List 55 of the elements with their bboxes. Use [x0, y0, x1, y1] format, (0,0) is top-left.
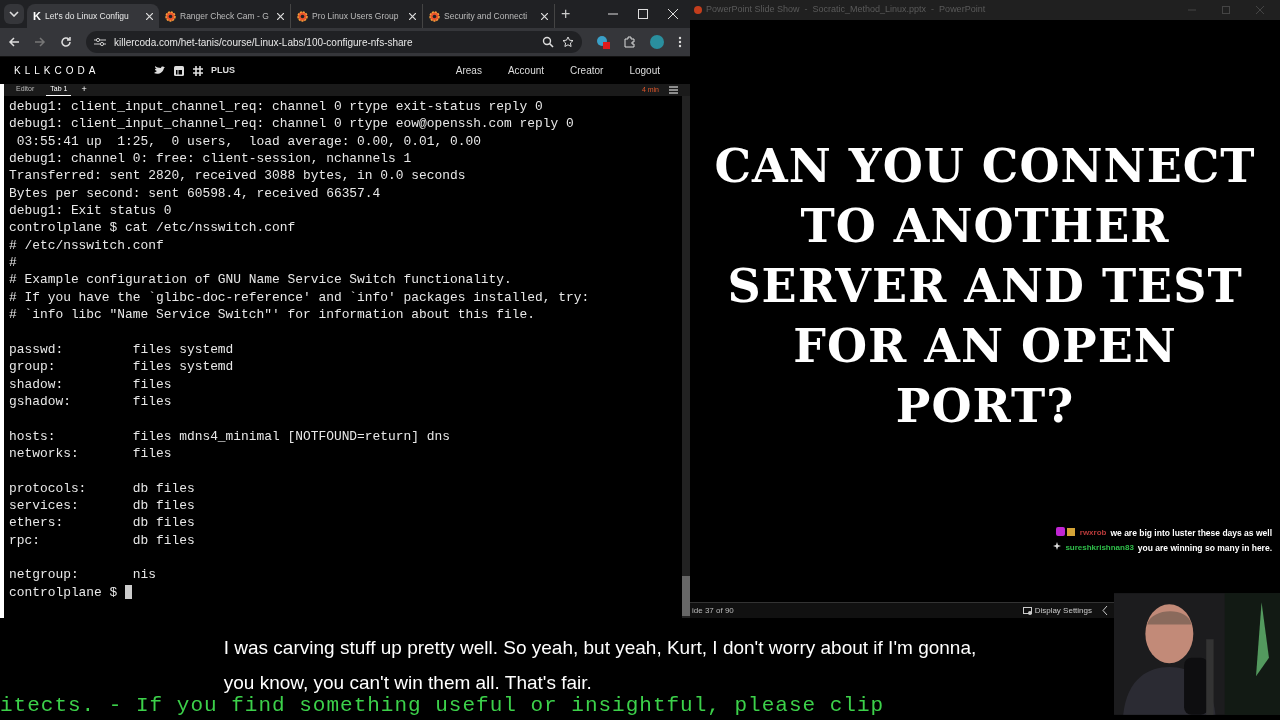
terminal-line: hosts: files mdns4_minimal [NOTFOUND=return] dns	[9, 427, 451, 445]
terminal-line: services: db files	[9, 496, 196, 515]
terminal-line: debug1: client_input_channel_req: channel 0 rtype exit-status reply 0	[9, 98, 544, 116]
terminal-line: debug1: channel 0: free: client-session, nchannels 1	[9, 150, 413, 168]
slide-heading-line: FOR AN OPEN	[793, 318, 1177, 375]
terminal-line: # `info libc "Name Service Switch"' for information about this file.	[9, 306, 537, 324]
terminal-line: # Example configuration of GNU Name Service Switch functionality.	[9, 271, 513, 289]
terminal-line: 03:55:41 up 1:25, 0 users, load average: 0.00, 0.01, 0.00	[15, 132, 482, 151]
terminal-line: networks: files	[9, 444, 173, 463]
terminal-line: shadow: files	[9, 375, 173, 393]
slide-counter: ide 37 of 90	[691, 604, 734, 617]
terminal-line: passwd: files systemd	[9, 340, 235, 359]
add-tab-button[interactable]: +	[81, 83, 87, 97]
caption-line: I was carving stuff up pretty well. So yeah, but yeah, Kurt, I don't worry about if I'm gonna,	[223, 636, 977, 660]
chat-message: we are big into luster these days as well	[1110, 527, 1272, 539]
slide-heading-line: PORT?	[895, 378, 1075, 435]
nav-link[interactable]: Creator	[570, 63, 604, 78]
terminal-line: ethers: db files	[9, 514, 196, 532]
terminal-line: Bytes per second: sent 60598.4, received 66357.4	[9, 184, 382, 203]
address-bar[interactable]: killercoda.com/het-tanis/course/Linux-Labs/100-configure-nfs-share	[86, 31, 582, 53]
terminal-line: Transferred: sent 2820, received 3088 bytes, in 0.0 seconds	[9, 167, 467, 185]
terminal-line: rpc: db files	[9, 531, 196, 549]
terminal-line: protocols: db files	[9, 479, 196, 497]
scrolling-ticker: itects. - If you find something useful or insightful, please clip	[0, 693, 885, 719]
terminal-line: gshadow: files	[9, 392, 173, 411]
chat-username: sureshkrishnan83	[1065, 542, 1134, 554]
slide-heading-line: SERVER AND TEST	[727, 258, 1243, 315]
tab-title: Security and Connecti	[444, 9, 529, 23]
terminal-line: #	[9, 254, 18, 272]
favicon: K	[33, 8, 41, 24]
terminal-line: debug1: client_input_channel_req: channel 0 rtype eow@openssh.com reply 0	[9, 115, 575, 133]
slide-heading-line: CAN YOU CONNECT	[714, 138, 1256, 195]
terminal-line: debug1: Exit status 0	[9, 202, 173, 220]
tab-title: Let's do Linux Configu	[44, 9, 130, 23]
new-tab-button[interactable]: +	[555, 2, 577, 26]
caption-line: you know, you can't win them all. That's fair.	[223, 670, 592, 695]
terminal-line: group: files systemd	[9, 358, 235, 376]
browser-tab[interactable]: K Let's do Linux Configu	[27, 4, 159, 28]
nav-link[interactable]: Account	[507, 63, 545, 78]
terminal-line: # /etc/nsswitch.conf	[9, 236, 165, 255]
url-text: killercoda.com/het-tanis/course/Linux-Labs/100-configure-nfs-share	[114, 35, 414, 50]
terminal-line: netgroup: nis	[9, 566, 157, 584]
tab-title: Ranger Check Cam - G	[180, 9, 270, 23]
nav-link[interactable]: Logout	[629, 63, 660, 78]
nav-link[interactable]: Areas	[455, 63, 482, 78]
display-settings-button[interactable]: Display Settings	[1034, 604, 1092, 617]
chat-message: you are winning so many in here.	[1137, 542, 1272, 554]
slide-heading-line: TO ANOTHER	[800, 198, 1170, 255]
terminal-prompt: controlplane $	[9, 583, 119, 601]
site-logo[interactable]: KLLKCODA	[14, 63, 154, 78]
plus-link[interactable]: PLUS	[211, 63, 235, 78]
terminal-line: controlplane $ cat /etc/nsswitch.conf	[9, 219, 297, 237]
chat-username: rwxrob	[1079, 527, 1107, 539]
terminal-line: # If you have the `glibc-doc-reference' and `info' packages installed, try:	[9, 288, 591, 307]
tab-title: Pro Linux Users Group	[312, 9, 400, 23]
